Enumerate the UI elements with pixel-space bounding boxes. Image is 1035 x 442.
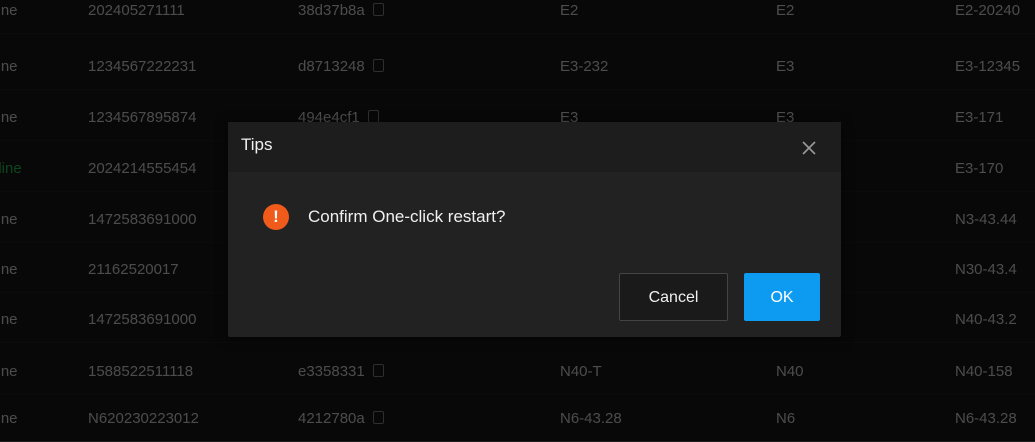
mac-cell: 4212780a: [298, 396, 498, 441]
status-cell: fline: [0, 311, 18, 328]
version-cell: E3-171: [955, 109, 1004, 126]
model-cell: E2: [776, 2, 795, 19]
mac-text: 4212780a: [298, 410, 365, 427]
copy-icon[interactable]: [372, 363, 384, 377]
name-cell: E2: [560, 2, 579, 19]
sn-cell: N620230223012: [88, 410, 199, 427]
version-cell: N3-43.44: [955, 211, 1017, 228]
cancel-button[interactable]: Cancel: [619, 273, 728, 321]
copy-icon[interactable]: [372, 2, 384, 16]
mac-cell: 38d37b8a: [298, 0, 498, 33]
ok-button[interactable]: OK: [744, 273, 820, 321]
model-cell: N6: [776, 410, 796, 427]
copy-icon[interactable]: [367, 109, 379, 123]
table-row[interactable]: fline 202405271111 38d37b8a E2 E2 E2-202…: [0, 0, 1035, 34]
model-cell: N40: [776, 363, 804, 380]
sn-cell: 2024214555454: [88, 160, 197, 177]
table-row[interactable]: fline 1234567222231 d8713248 E3-232 E3 E…: [0, 44, 1035, 90]
mac-cell: e3358331: [298, 349, 498, 394]
version-cell: E3-170: [955, 160, 1004, 177]
mac-text: 38d37b8a: [298, 2, 365, 19]
sn-cell: 1472583691000: [88, 211, 197, 228]
version-cell: N40-43.2: [955, 311, 1017, 328]
dialog-message: Confirm One-click restart?: [308, 207, 506, 226]
name-cell: E3-232: [560, 58, 609, 75]
mac-cell: d8713248: [298, 44, 498, 89]
dialog-title: Tips: [241, 135, 273, 154]
status-cell: fline: [0, 211, 18, 228]
version-cell: E2-20240: [955, 2, 1021, 19]
name-cell: N40-T: [560, 363, 602, 380]
model-cell: E3: [776, 58, 795, 75]
sn-cell: 202405271111: [88, 2, 185, 19]
sn-cell: 21162520017: [88, 261, 179, 278]
table-row[interactable]: fline 1588522511118 e3358331 N40-T N40 N…: [0, 349, 1035, 395]
close-icon[interactable]: [797, 136, 821, 160]
table-row[interactable]: fline N620230223012 4212780a N6-43.28 N6…: [0, 396, 1035, 442]
sn-cell: 1588522511118: [88, 363, 194, 380]
confirm-dialog: Tips ! Confirm One-click restart? Cancel…: [228, 122, 841, 337]
status-cell: fline: [0, 410, 18, 427]
status-cell: fline: [0, 363, 18, 380]
dialog-header: Tips: [228, 122, 841, 172]
status-cell: fline: [0, 58, 18, 75]
version-cell: N6-43.28: [955, 410, 1017, 427]
name-cell: N6-43.28: [560, 410, 622, 427]
version-cell: N40-158: [955, 363, 1013, 380]
sn-cell: 1472583691000: [88, 311, 197, 328]
status-cell: fline: [0, 109, 18, 126]
version-cell: E3-12345: [955, 58, 1021, 75]
version-cell: N30-43.4: [955, 261, 1017, 278]
sn-cell: 1234567895874: [88, 109, 197, 126]
copy-icon[interactable]: [372, 58, 384, 72]
exclamation-icon: !: [263, 204, 289, 230]
copy-icon[interactable]: [372, 410, 384, 424]
mac-text: d8713248: [298, 58, 365, 75]
status-cell: fline: [0, 2, 18, 19]
sn-cell: 1234567222231: [88, 58, 197, 75]
status-cell: fline: [0, 261, 18, 278]
mac-text: e3358331: [298, 363, 365, 380]
status-cell: nline: [0, 160, 22, 177]
